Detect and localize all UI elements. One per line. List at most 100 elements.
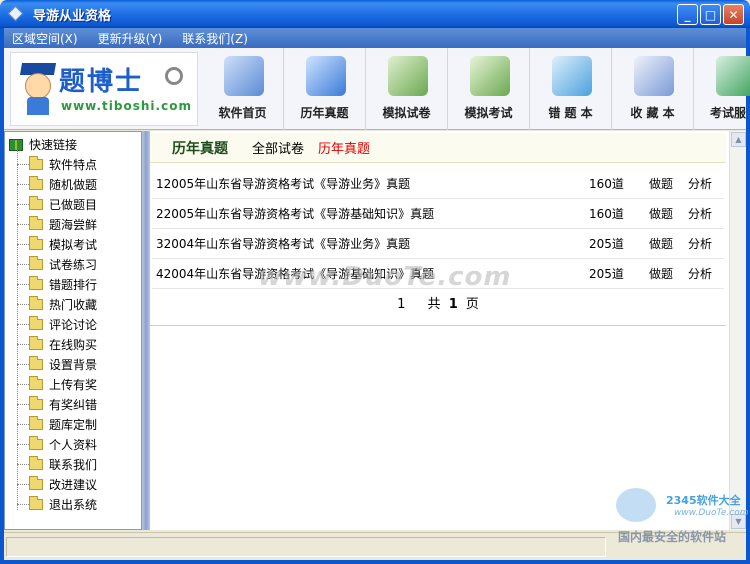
menu-region-space[interactable]: 区域空间(X) bbox=[12, 30, 78, 47]
sidebar-item-popular-favorites[interactable]: 热门收藏 bbox=[17, 294, 97, 314]
mascot-icon bbox=[616, 488, 656, 522]
folder-icon bbox=[29, 175, 43, 190]
vertical-scrollbar[interactable]: ▲ ▼ bbox=[729, 131, 746, 530]
corner-watermark: 2345软件大全 www.DuoTe.com 国内最安全的软件站 bbox=[612, 486, 749, 546]
table-row: 22005年山东省导游资格考试《导游基础知识》真题 160道 做题 分析 bbox=[152, 199, 724, 229]
table-row: 12005年山东省导游资格考试《导游业务》真题 160道 做题 分析 bbox=[152, 169, 724, 199]
question-count: 205道 bbox=[589, 237, 624, 251]
sidebar-item-features[interactable]: 软件特点 bbox=[17, 154, 97, 174]
corner-logo-text: 2345软件大全 bbox=[666, 494, 741, 507]
do-questions-link[interactable]: 做题 bbox=[649, 175, 673, 192]
toolbar-exam-service-button[interactable]: 考试服 bbox=[694, 48, 750, 130]
question-count: 160道 bbox=[589, 207, 624, 221]
app-icon bbox=[7, 5, 25, 23]
notebook-icon bbox=[552, 56, 592, 96]
do-questions-link[interactable]: 做题 bbox=[649, 235, 673, 252]
scroll-up-icon[interactable]: ▲ bbox=[731, 132, 746, 147]
pager-total-prefix: 共 bbox=[427, 297, 441, 312]
folder-icon bbox=[29, 415, 43, 430]
exam-title[interactable]: 32004年山东省导游资格考试《导游业务》真题 bbox=[156, 235, 410, 252]
folder-icon bbox=[29, 475, 43, 490]
sidebar-item-buy-online[interactable]: 在线购买 bbox=[17, 334, 97, 354]
sidebar-item-random-practice[interactable]: 随机做题 bbox=[17, 174, 97, 194]
table-row: 32004年山东省导游资格考试《导游业务》真题 205道 做题 分析 bbox=[152, 229, 724, 259]
close-button[interactable]: ✕ bbox=[723, 4, 744, 25]
title-bar: 导游从业资格 _ □ ✕ bbox=[0, 0, 750, 28]
analysis-link[interactable]: 分析 bbox=[688, 235, 712, 252]
toolbar-favorites-button[interactable]: 收 藏 本 bbox=[612, 48, 694, 130]
folder-icon bbox=[29, 235, 43, 250]
exam-title[interactable]: 22005年山东省导游资格考试《导游基础知识》真题 bbox=[156, 205, 434, 222]
sidebar-item-contact-us[interactable]: 联系我们 bbox=[17, 454, 97, 474]
sidebar-item-set-background[interactable]: 设置背景 bbox=[17, 354, 97, 374]
minimize-button[interactable]: _ bbox=[677, 4, 698, 25]
pager-total-suffix: 页 bbox=[465, 297, 479, 312]
sidebar-item-report-error[interactable]: 有奖纠错 bbox=[17, 394, 97, 414]
toolbar-past-exams-button[interactable]: 历年真题 bbox=[284, 48, 366, 130]
content-panel: 历年真题 全部试卷 历年真题 12005年山东省导游资格考试《导游业务》真题 1… bbox=[150, 131, 746, 530]
analysis-link[interactable]: 分析 bbox=[688, 265, 712, 282]
folder-icon bbox=[29, 155, 43, 170]
doctor-mascot-icon bbox=[19, 63, 57, 115]
pager-total: 1 bbox=[448, 297, 458, 312]
content-header: 历年真题 全部试卷 历年真题 bbox=[150, 133, 726, 163]
arrows-icon bbox=[306, 56, 346, 96]
toolbar-mock-paper-button[interactable]: 模拟试卷 bbox=[366, 48, 448, 130]
sidebar-item-done-questions[interactable]: 已做题目 bbox=[17, 194, 97, 214]
menu-update[interactable]: 更新升级(Y) bbox=[98, 30, 163, 47]
sidebar-item-discussion[interactable]: 评论讨论 bbox=[17, 314, 97, 334]
sidebar-item-custom-bank[interactable]: 题库定制 bbox=[17, 414, 97, 434]
toolbar-home-button[interactable]: 软件首页 bbox=[202, 48, 284, 130]
filter-all-papers[interactable]: 全部试卷 bbox=[252, 138, 304, 157]
sidebar-item-suggestions[interactable]: 改进建议 bbox=[17, 474, 97, 494]
folder-icon bbox=[29, 355, 43, 370]
folder-icon bbox=[29, 275, 43, 290]
folder-icon bbox=[29, 455, 43, 470]
sidebar-item-paper-practice[interactable]: 试卷练习 bbox=[17, 254, 97, 274]
do-questions-link[interactable]: 做题 bbox=[649, 265, 673, 282]
menu-bar: 区域空间(X) 更新升级(Y) 联系我们(Z) bbox=[4, 28, 746, 48]
sidebar-item-profile[interactable]: 个人资料 bbox=[17, 434, 97, 454]
exam-title[interactable]: 12005年山东省导游资格考试《导游业务》真题 bbox=[156, 175, 410, 192]
maximize-button[interactable]: □ bbox=[700, 4, 721, 25]
toolbar-wrong-questions-button[interactable]: 错 题 本 bbox=[530, 48, 612, 130]
analysis-link[interactable]: 分析 bbox=[688, 175, 712, 192]
folder-icon bbox=[29, 195, 43, 210]
sidebar-item-upload-reward[interactable]: 上传有奖 bbox=[17, 374, 97, 394]
sidebar-item-question-sea[interactable]: 题海尝鲜 bbox=[17, 214, 97, 234]
toolbar-mock-exam-button[interactable]: 模拟考试 bbox=[448, 48, 530, 130]
sidebar-item-exit[interactable]: 退出系统 bbox=[17, 494, 97, 514]
panel-splitter[interactable] bbox=[142, 131, 150, 530]
logo-url: www.tiboshi.com bbox=[61, 99, 192, 113]
corner-slogan-text: 国内最安全的软件站 bbox=[618, 530, 727, 544]
book-icon bbox=[9, 138, 23, 151]
folder-icon bbox=[29, 295, 43, 310]
monitor-icon bbox=[224, 56, 264, 96]
do-questions-link[interactable]: 做题 bbox=[649, 205, 673, 222]
corner-url-text: www.DuoTe.com bbox=[674, 508, 749, 518]
sidebar-item-mock-exam[interactable]: 模拟考试 bbox=[17, 234, 97, 254]
divider bbox=[150, 325, 726, 326]
people-icon bbox=[388, 56, 428, 96]
filter-past-exams[interactable]: 历年真题 bbox=[318, 138, 370, 157]
current-page[interactable]: 1 bbox=[397, 297, 405, 312]
folder-icon bbox=[29, 255, 43, 270]
sidebar-root-label: 快速链接 bbox=[29, 138, 78, 152]
sidebar: 快速链接 软件特点 随机做题 已做题目 题海尝鲜 模拟考试 试卷练习 错题排行 … bbox=[4, 131, 142, 530]
question-count: 160道 bbox=[589, 177, 624, 191]
sidebar-item-wrong-ranking[interactable]: 错题排行 bbox=[17, 274, 97, 294]
person-icon bbox=[470, 56, 510, 96]
folder-icon bbox=[29, 495, 43, 510]
folder-icon bbox=[29, 435, 43, 450]
status-panel bbox=[6, 537, 606, 557]
folder-icon bbox=[29, 215, 43, 230]
analysis-link[interactable]: 分析 bbox=[688, 205, 712, 222]
menu-contact[interactable]: 联系我们(Z) bbox=[182, 30, 248, 47]
window-title: 导游从业资格 bbox=[33, 8, 112, 24]
sidebar-root[interactable]: 快速链接 bbox=[9, 136, 77, 153]
magnifier-icon bbox=[165, 67, 183, 85]
pagination: 1 共 1 页 bbox=[150, 293, 726, 312]
globe-icon bbox=[716, 56, 750, 96]
folder-icon bbox=[29, 335, 43, 350]
toolbar: 题博士 www.tiboshi.com 软件首页 历年真题 模拟试卷 模拟考试 … bbox=[4, 48, 750, 130]
